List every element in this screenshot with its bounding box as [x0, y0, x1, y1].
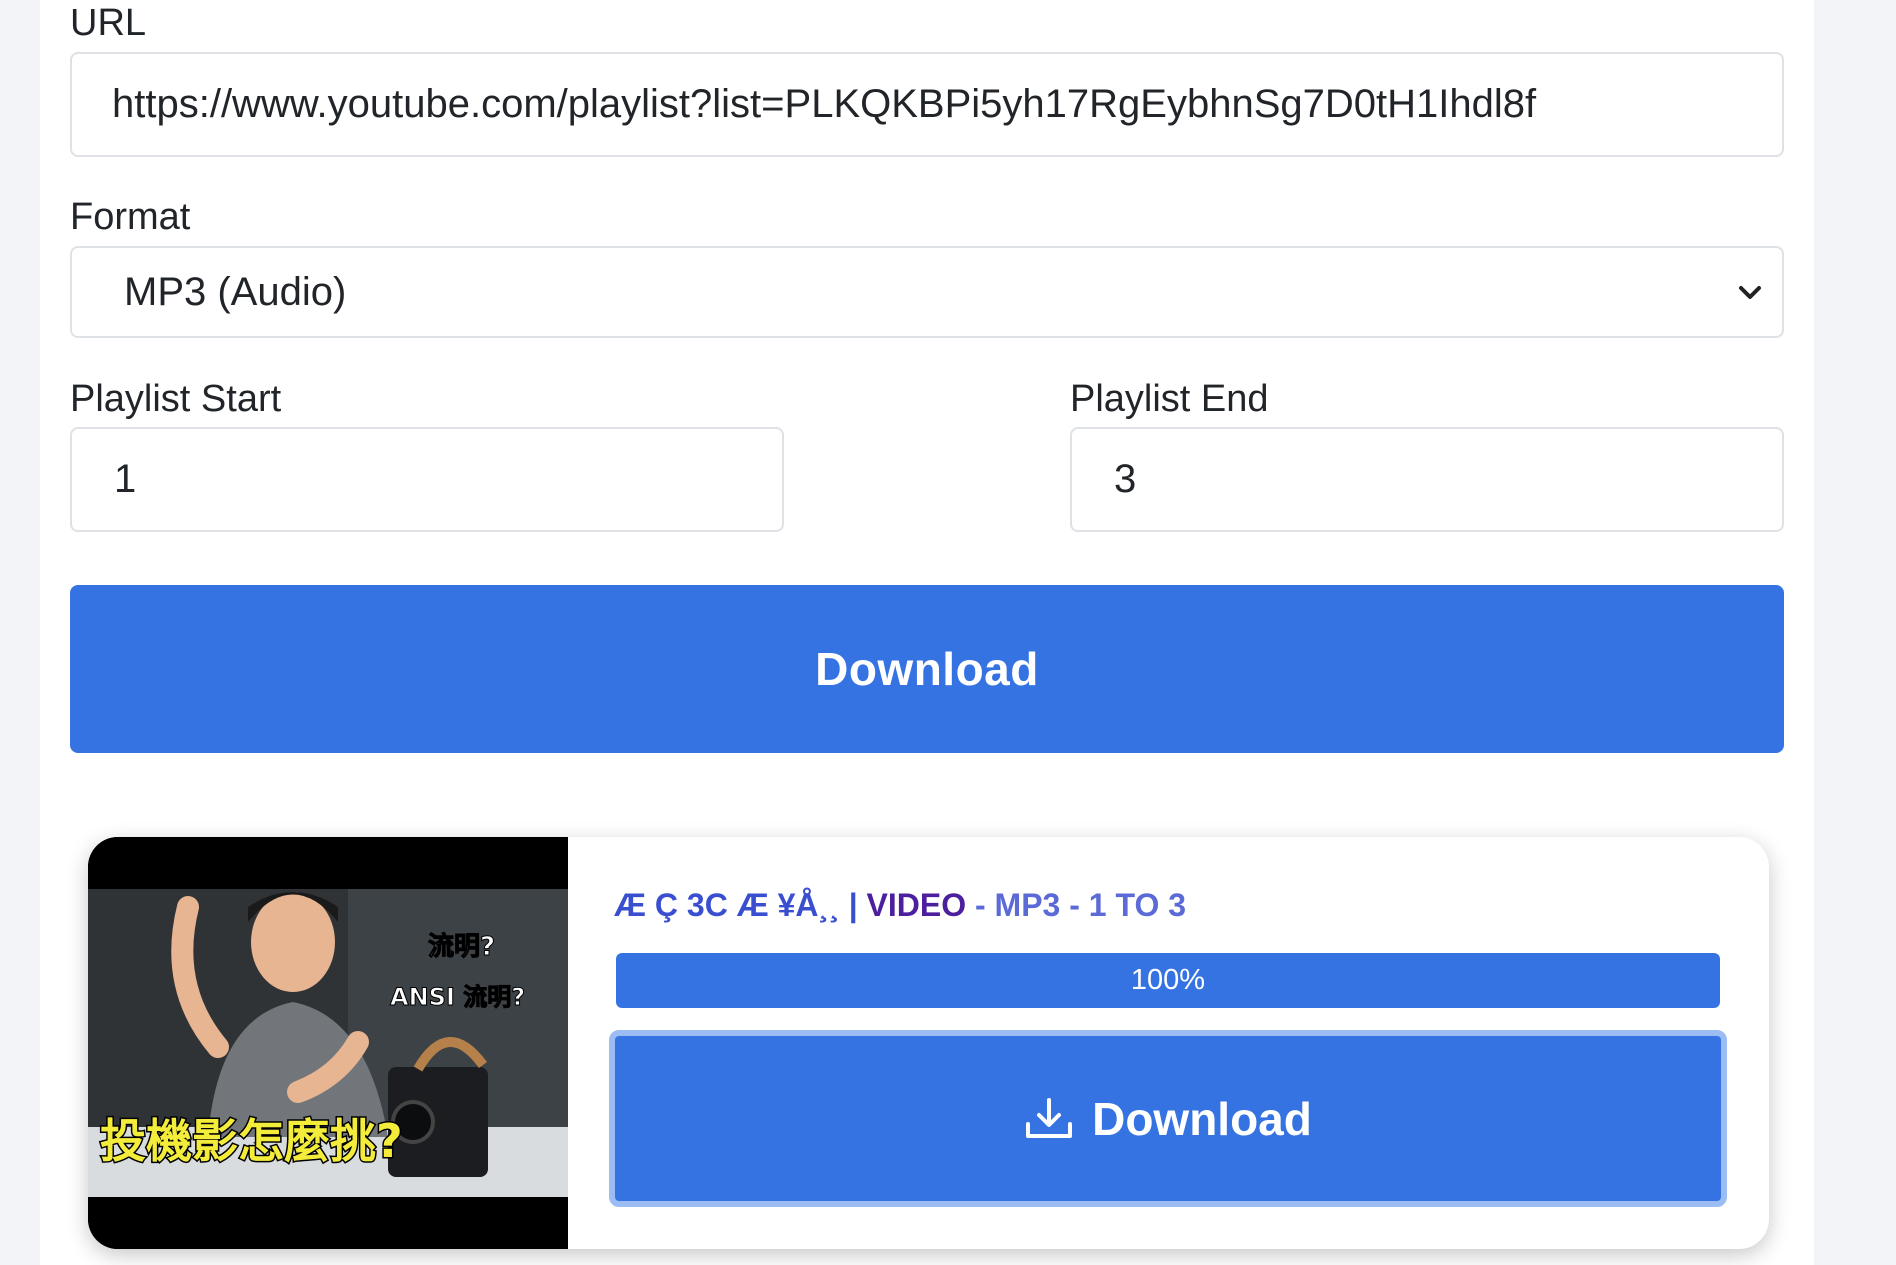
result-title: Æ Ç 3C Æ ¥Å¸¸ | VIDEO - MP3 - 1 TO 3: [614, 886, 1186, 924]
url-input-value: https://www.youtube.com/playlist?list=PL…: [112, 82, 1537, 126]
result-download-label: Download: [1092, 1092, 1312, 1145]
video-thumbnail: 流明? ANSI 流明? 投機影怎麼挑?: [88, 837, 568, 1249]
playlist-start-label: Playlist Start: [70, 378, 282, 420]
url-input[interactable]: https://www.youtube.com/playlist?list=PL…: [70, 52, 1784, 157]
download-button-label: Download: [815, 643, 1039, 695]
progress-label: 100%: [1130, 964, 1206, 996]
playlist-start-input[interactable]: 1: [70, 427, 784, 532]
format-label: Format: [70, 196, 191, 238]
thumbnail-image: 流明? ANSI 流明? 投機影怎麼挑?: [88, 837, 568, 1249]
chevron-down-icon: [1739, 286, 1761, 299]
result-download-button[interactable]: Download: [609, 1030, 1727, 1207]
result-title-suffix: - MP3 - 1 TO 3: [975, 887, 1187, 923]
download-progress-bar: 100%: [616, 953, 1720, 1008]
url-label: URL: [70, 2, 147, 44]
result-title-video: VIDEO: [866, 887, 967, 923]
playlist-start-value: 1: [114, 457, 137, 501]
playlist-end-input[interactable]: 3: [1070, 427, 1784, 532]
result-title-garbled: Æ Ç 3C Æ ¥Å¸¸ |: [614, 887, 858, 923]
download-button[interactable]: Download: [70, 585, 1784, 753]
thumbnail-text-main: 投機影怎麼挑?: [100, 1114, 403, 1168]
format-select-value: MP3 (Audio): [124, 269, 347, 314]
playlist-end-value: 3: [1114, 457, 1137, 501]
thumbnail-text-ansi: ANSI 流明?: [390, 983, 525, 1011]
playlist-end-label: Playlist End: [1070, 378, 1269, 420]
thumbnail-text-lumens: 流明?: [428, 932, 495, 962]
format-select[interactable]: MP3 (Audio): [70, 246, 1784, 338]
download-icon: [1026, 1097, 1073, 1138]
